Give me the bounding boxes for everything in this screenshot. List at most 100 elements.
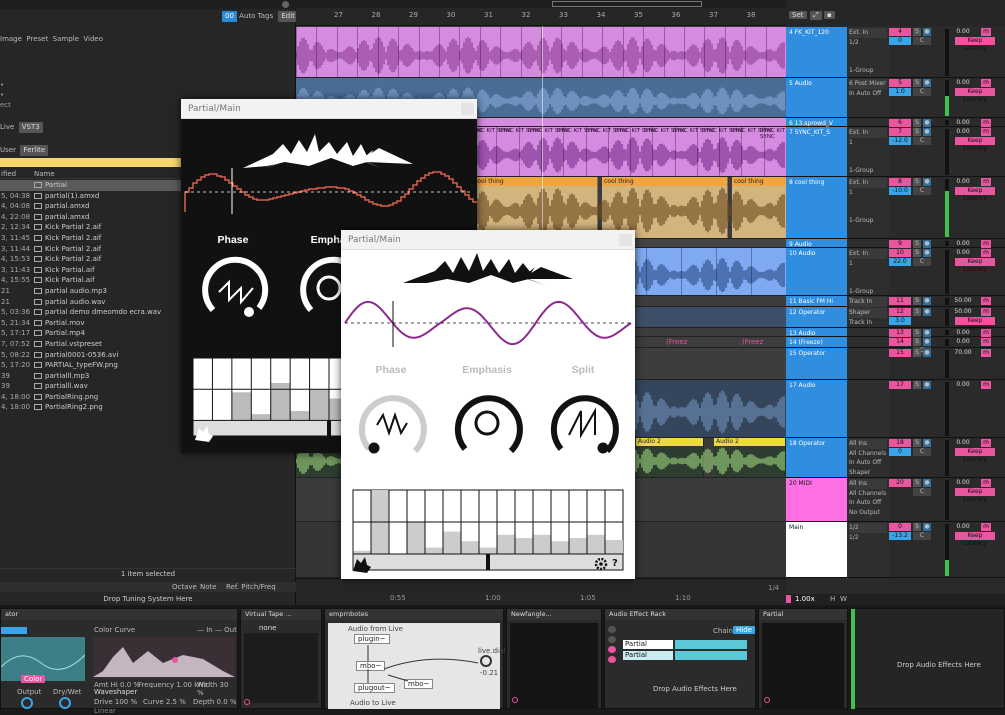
max-patcher[interactable]: Audio from Live plugin~ mbo~ mbo~ plugou… <box>328 623 505 709</box>
bar-number[interactable]: 38 <box>747 11 756 19</box>
time-ruler[interactable]: 0:55 1:00 1:05 1:10 1/4 <box>296 578 786 605</box>
hide-button[interactable]: Hide <box>733 626 755 634</box>
solo-button[interactable]: S <box>913 329 921 337</box>
io-select[interactable]: 1/2 <box>849 523 887 533</box>
track-number[interactable]: 17 <box>889 381 911 389</box>
solo-button[interactable]: S <box>913 381 921 389</box>
arm-icon[interactable]: ● <box>923 28 931 36</box>
bar-number[interactable]: 33 <box>559 11 568 19</box>
partials-grid[interactable] <box>352 489 624 571</box>
io-select[interactable]: All Ins <box>849 439 887 449</box>
newfangle-title[interactable]: Newfangle... <box>507 609 601 620</box>
color-button[interactable]: Color <box>21 675 46 683</box>
bar-number[interactable]: 37 <box>709 11 718 19</box>
track-name-cell[interactable]: 17 Audio <box>786 380 847 437</box>
partial-bar[interactable] <box>587 534 605 554</box>
arm-icon[interactable]: ● <box>923 79 931 87</box>
color-curve-display[interactable] <box>93 637 235 679</box>
send-toggle[interactable]: m <box>981 119 991 127</box>
track-number[interactable]: 8 <box>889 178 911 186</box>
volume-value[interactable]: -12.0 <box>889 137 911 145</box>
track-number[interactable]: 20 <box>889 479 911 487</box>
bar-number[interactable]: 27 <box>334 11 343 19</box>
arm-icon[interactable]: ● <box>923 240 931 248</box>
curve-value[interactable]: Curve 2.5 % <box>143 698 186 706</box>
expand-icon[interactable]: ⤢ <box>810 11 822 20</box>
bar-number[interactable]: 35 <box>634 11 643 19</box>
latency-button[interactable]: Keep Latency <box>955 88 995 103</box>
track-name-cell[interactable]: 11 Basic FM Hi <box>786 296 847 306</box>
arm-icon[interactable]: ● <box>923 178 931 186</box>
partial-bar[interactable] <box>425 547 443 554</box>
io-select[interactable]: Track In <box>849 318 887 328</box>
track-name-cell[interactable]: 18 Operator <box>786 438 847 477</box>
send-toggle[interactable]: m <box>981 178 991 186</box>
io-select[interactable]: Track In <box>849 297 887 307</box>
filter-tab-image[interactable]: Image <box>0 35 22 43</box>
partial-bar[interactable] <box>251 414 271 421</box>
tuning-tab-octave[interactable]: Octave <box>172 582 197 592</box>
track-header[interactable]: 15 Operator 15 S ● 70.00 m <box>786 348 1005 380</box>
name-column-header[interactable]: Name <box>34 169 55 178</box>
partial-bar[interactable] <box>497 534 515 554</box>
output-knob[interactable] <box>21 697 33 709</box>
bar-number[interactable]: 34 <box>597 11 606 19</box>
track-number[interactable]: 15 <box>889 349 911 357</box>
io-select[interactable]: 1/2 <box>849 38 887 48</box>
plugin-front-titlebar[interactable]: Partial/Main <box>341 230 635 250</box>
linear-value[interactable]: Linear <box>94 707 116 715</box>
lock-icon[interactable]: ▪ <box>824 11 835 19</box>
io-select[interactable]: 1-Group <box>849 166 887 176</box>
track-value[interactable]: 0.00 <box>949 79 977 87</box>
send-toggle[interactable]: m <box>981 523 991 531</box>
io-select[interactable]: No Output <box>849 508 887 518</box>
track-number[interactable]: 14 <box>889 338 911 346</box>
solo-button[interactable]: S <box>913 79 921 87</box>
io-select[interactable]: Shaper <box>849 468 887 478</box>
latency-button[interactable]: Keep Latency <box>955 187 995 202</box>
pan-value[interactable]: C <box>913 37 931 45</box>
track-value[interactable]: 0.00 <box>949 479 977 487</box>
track-value[interactable]: 0.00 <box>949 249 977 257</box>
track-value[interactable]: 0.00 <box>949 128 977 136</box>
send-toggle[interactable]: m <box>981 381 991 389</box>
tuning-drop-zone[interactable]: Drop Tuning System Here <box>0 594 296 605</box>
partial-bar[interactable] <box>443 531 461 554</box>
send-toggle[interactable]: m <box>981 338 991 346</box>
track-number[interactable]: 18 <box>889 439 911 447</box>
format-tab-vst3[interactable]: VST3 <box>18 122 43 133</box>
track-name-cell[interactable]: 4 FK_KIT_120 <box>786 27 847 77</box>
pan-value[interactable]: C <box>913 532 931 540</box>
partial-bar[interactable] <box>231 392 252 421</box>
track-number[interactable]: 11 <box>889 297 911 305</box>
track-name-cell[interactable]: 5 Audio <box>786 78 847 117</box>
track-header[interactable]: 12 Operator Shaper Track In 12 S ● 3.0 50.00 m Ke… <box>786 307 1005 332</box>
solo-button[interactable]: S <box>913 479 921 487</box>
io-select[interactable]: Ext. In <box>849 249 887 259</box>
track-name-cell[interactable]: 12 Operator <box>786 307 847 327</box>
io-select[interactable]: Ext. In <box>849 28 887 38</box>
io-select[interactable]: Shaper <box>849 308 887 318</box>
track-header[interactable]: 13 Audio 13 S ● 0.00 m <box>786 328 1005 337</box>
track-number[interactable]: 7 <box>889 128 911 136</box>
track-value[interactable]: 70.00 <box>949 349 977 357</box>
track-name-cell[interactable]: 13 Audio <box>786 328 847 337</box>
chain-controls-1[interactable] <box>675 640 747 649</box>
track-value[interactable]: 0.00 <box>949 329 977 337</box>
track-name-cell[interactable]: 9 Audio <box>786 239 847 248</box>
latency-button[interactable]: Keep Latency <box>955 317 995 332</box>
phase-knob[interactable] <box>202 256 269 317</box>
io-select[interactable]: Ext. In <box>849 128 887 138</box>
track-number[interactable]: 12 <box>889 308 911 316</box>
solo-button[interactable]: S <box>913 439 921 447</box>
track-name-cell[interactable]: 8 cool thing <box>786 177 847 238</box>
track-number[interactable]: 4 <box>889 28 911 36</box>
track-value[interactable]: 0.00 <box>949 523 977 531</box>
filter-tab-video[interactable]: Video <box>83 35 103 43</box>
track-header[interactable]: 8 cool thing Ext. In 1 1-Group 8 S ● -10.0 C 0.00… <box>786 177 1005 239</box>
bar-number[interactable]: 28 <box>372 11 381 19</box>
filter-tab-preset[interactable]: Preset <box>26 35 48 43</box>
partial-bar[interactable] <box>290 411 310 421</box>
track-value[interactable]: 0.00 <box>949 119 977 127</box>
track-header[interactable]: 14 (Freeze) 14 S ● C 0.00 m <box>786 337 1005 355</box>
